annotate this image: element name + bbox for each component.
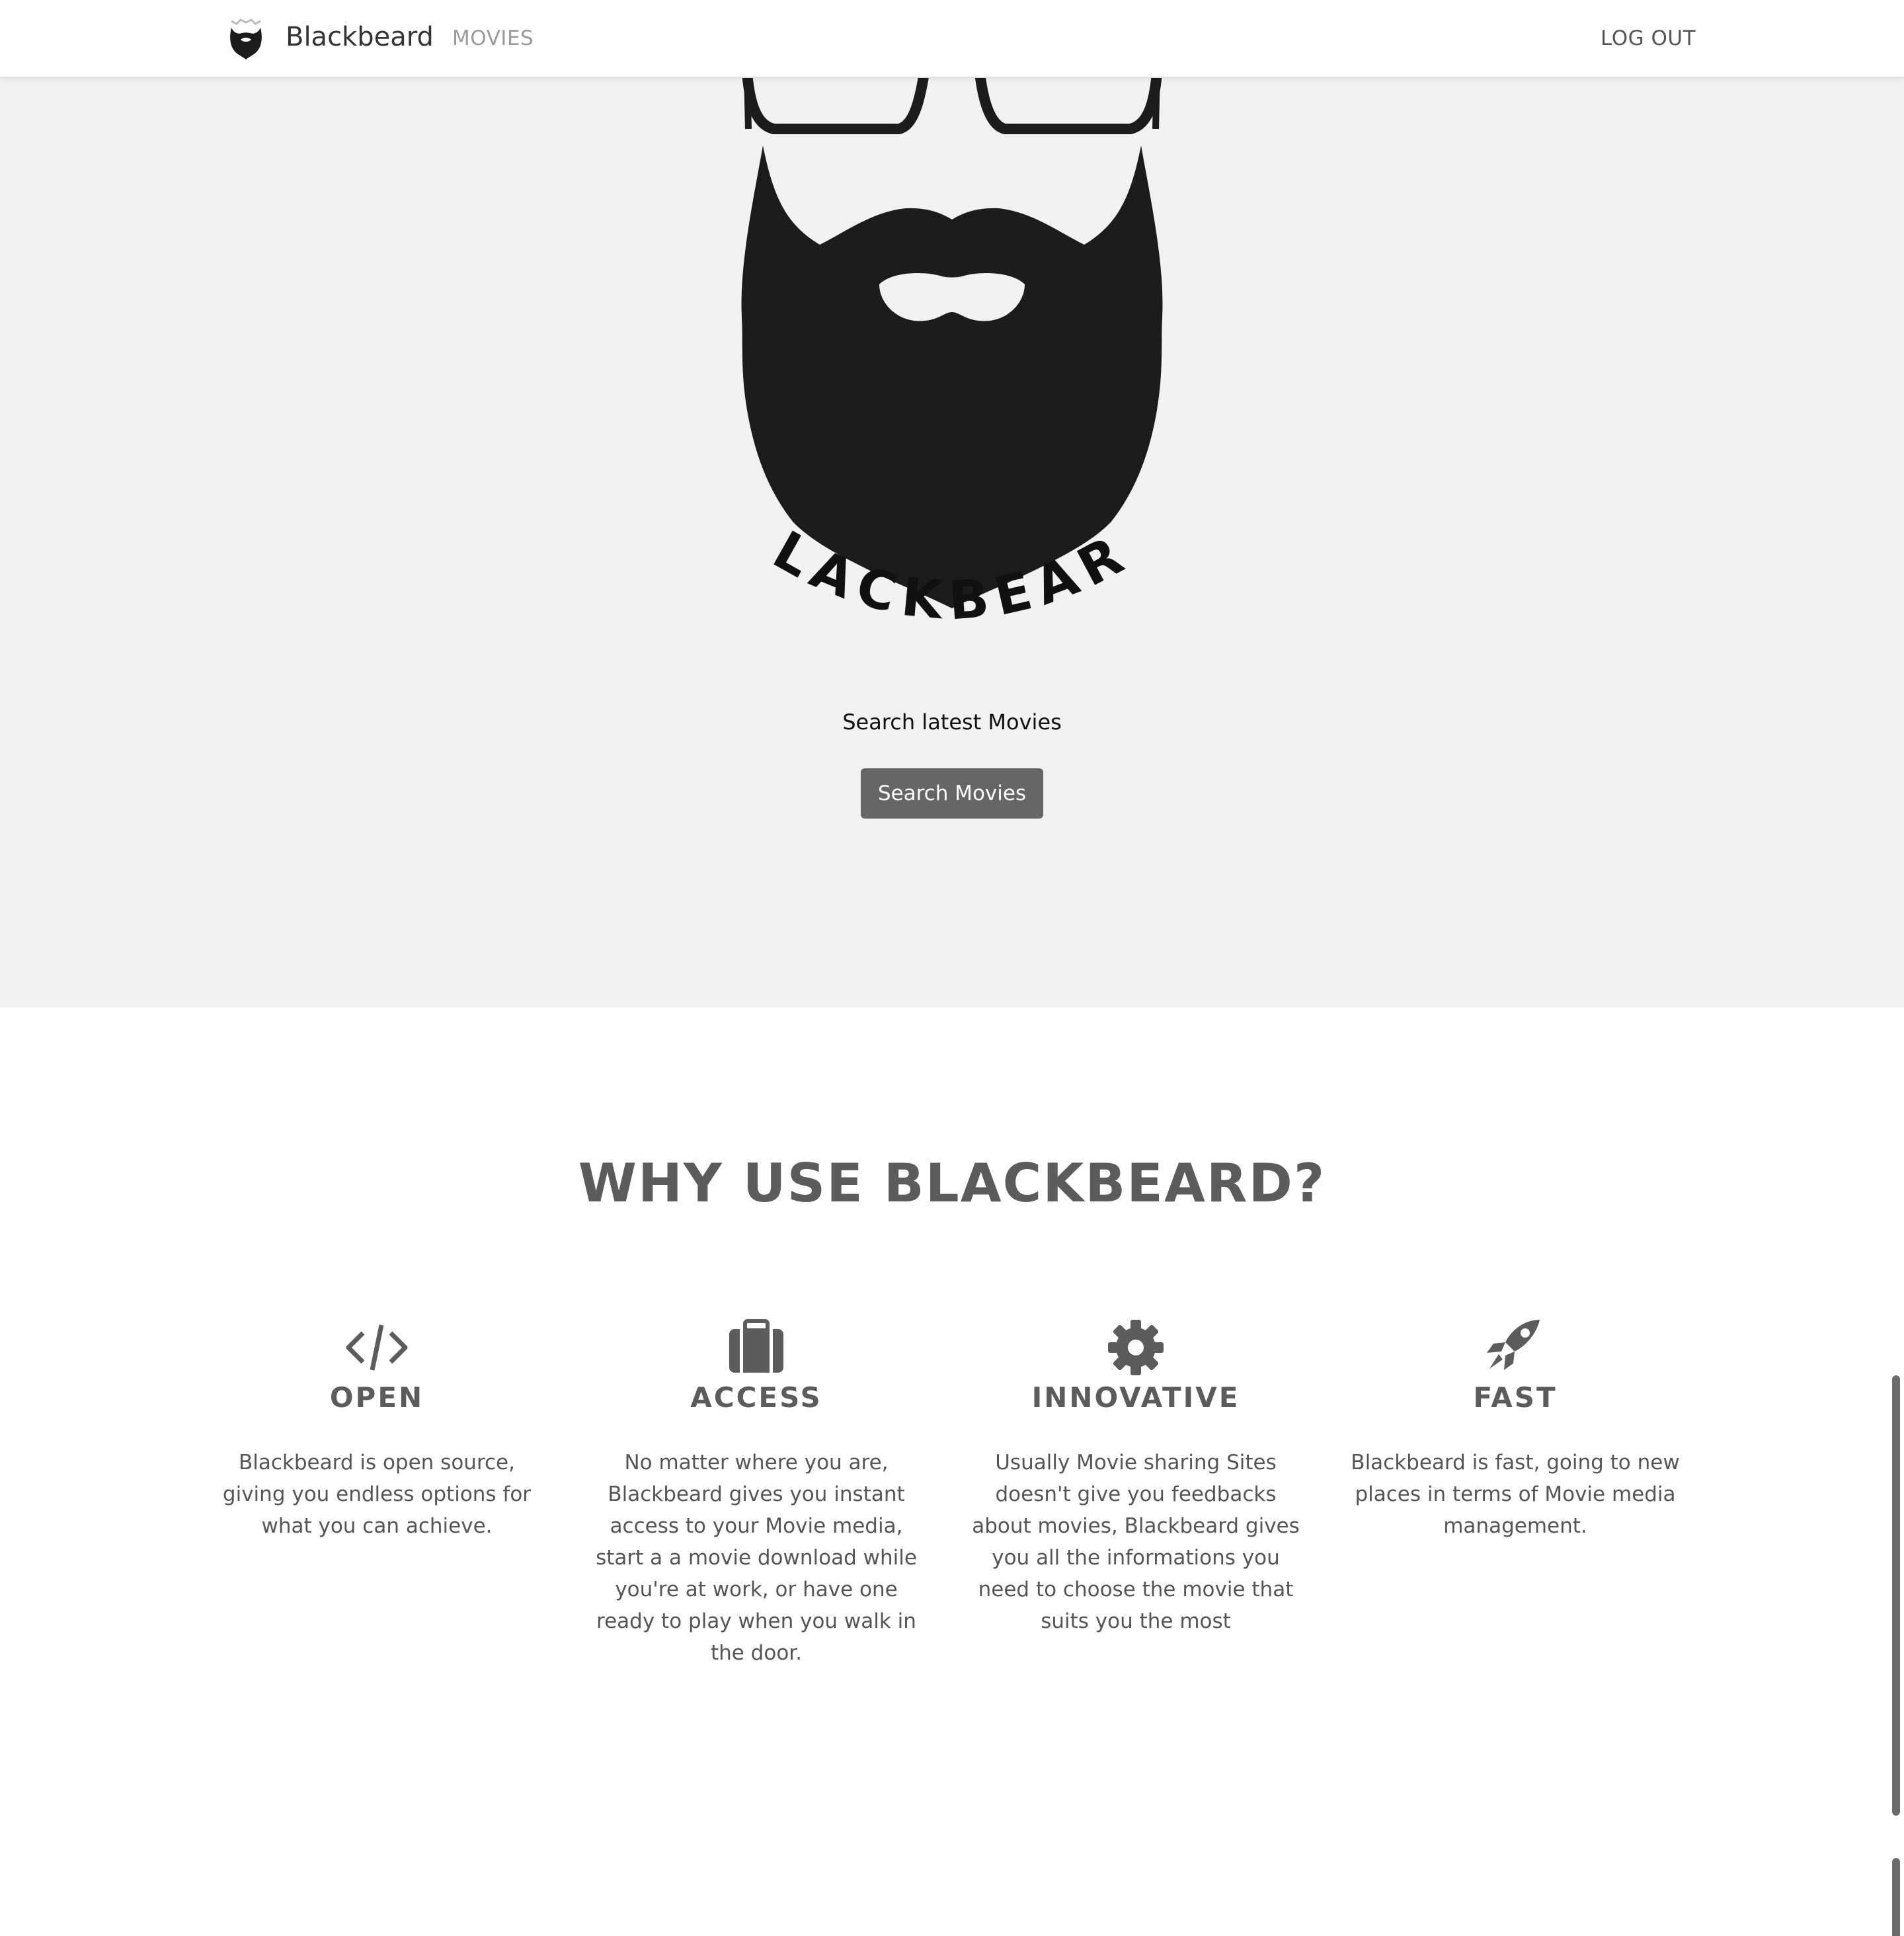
beard-logo-icon[interactable]	[225, 15, 267, 61]
code-icon	[346, 1324, 408, 1371]
nav-logout-link[interactable]: LOG OUT	[1601, 25, 1696, 52]
feature-title: OPEN	[329, 1381, 424, 1414]
brand-name[interactable]: Blackbeard	[286, 20, 434, 54]
why-title: WHY USE BLACKBEARD?	[578, 1152, 1326, 1214]
blackbeard-logo: BLACKBEARD	[714, 66, 1163, 631]
feature-access: ACCESS No matter where you are, Blackbea…	[584, 1316, 928, 1669]
feature-open: OPEN Blackbeard is open source, giving y…	[205, 1316, 549, 1542]
gear-icon	[1108, 1320, 1164, 1375]
feature-title: INNOVATIVE	[1031, 1381, 1240, 1414]
feature-title: ACCESS	[690, 1381, 822, 1414]
rocket-icon	[1487, 1320, 1540, 1370]
hero-tagline: Search latest Movies	[842, 709, 1062, 735]
glasses-icon	[742, 71, 930, 134]
hero-section: BLACKBEARD Search latest Movies Search M…	[0, 0, 1904, 1008]
feature-text: Blackbeard is open source, giving you en…	[222, 1451, 532, 1538]
scrollbar-thumb[interactable]	[1892, 1375, 1900, 1816]
feature-text: Usually Movie sharing Sites doesn't give…	[972, 1451, 1300, 1633]
top-navbar: Blackbeard MOVIES LOG OUT	[0, 0, 1904, 78]
nav-movies-link[interactable]: MOVIES	[452, 25, 534, 52]
scrollbar-thumb-secondary[interactable]	[1892, 1858, 1900, 1936]
feature-text: Blackbeard is fast, going to new places …	[1351, 1451, 1680, 1538]
search-movies-button[interactable]: Search Movies	[861, 768, 1043, 819]
feature-innovative: INNOVATIVE Usually Movie sharing Sites d…	[964, 1316, 1308, 1637]
feature-text: No matter where you are, Blackbeard give…	[596, 1451, 917, 1665]
briefcase-icon	[729, 1319, 783, 1373]
feature-title: FAST	[1473, 1381, 1558, 1414]
feature-fast: FAST Blackbeard is fast, going to new pl…	[1343, 1316, 1687, 1542]
